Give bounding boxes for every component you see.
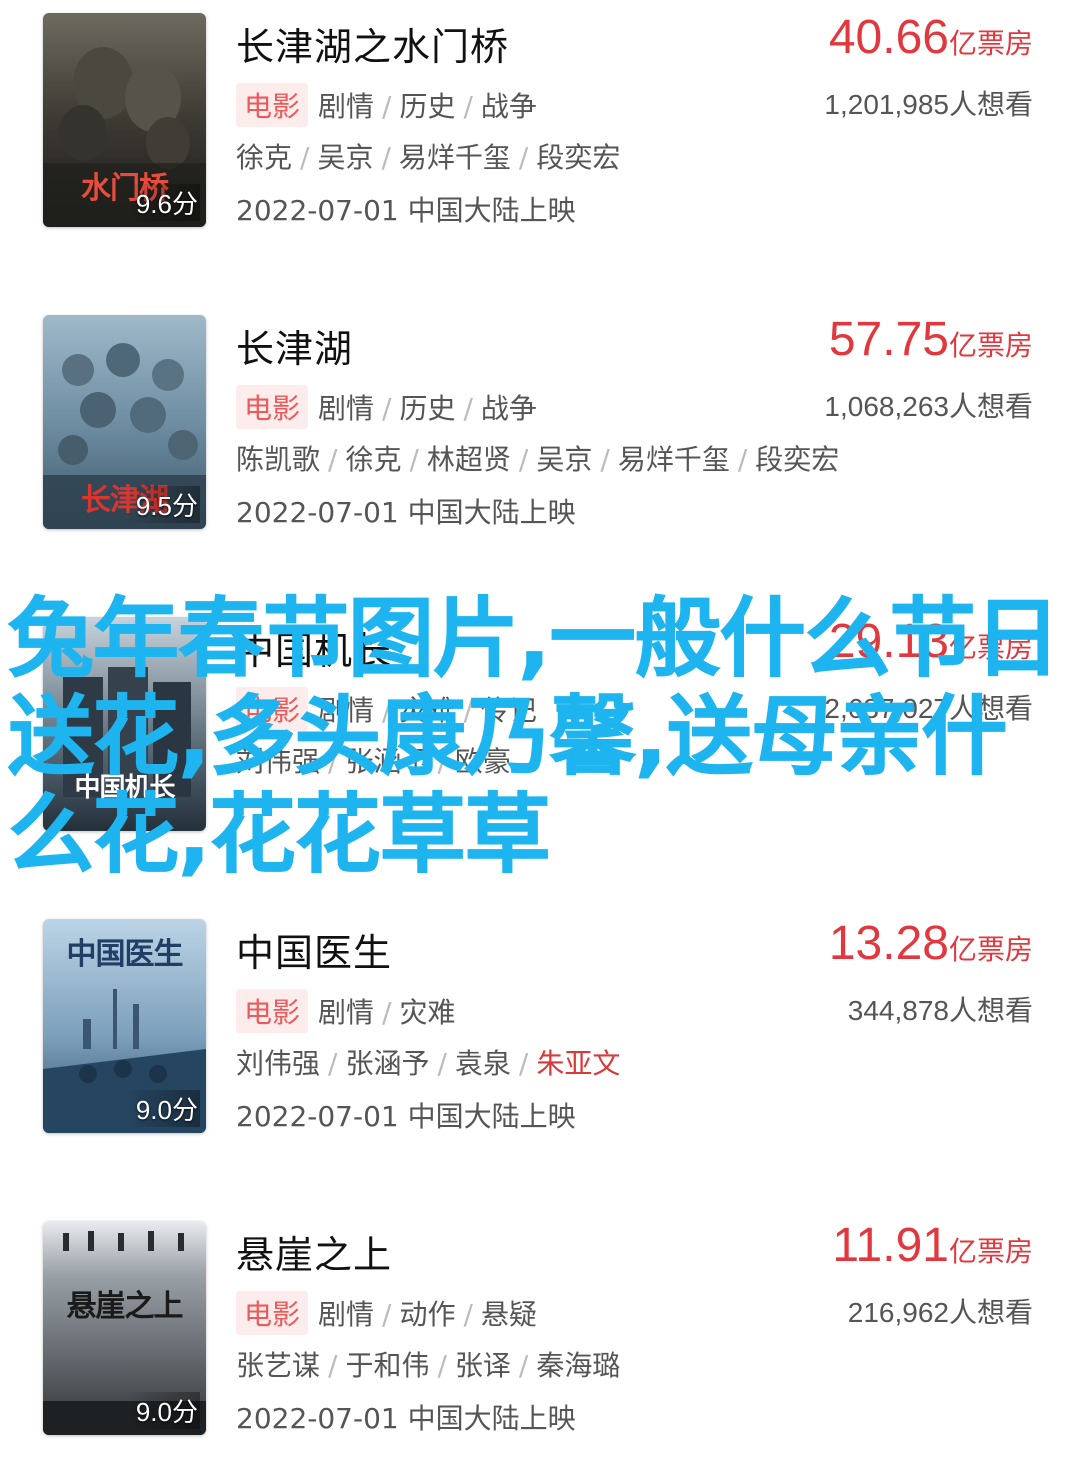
box-office: 11.91亿票房 — [832, 1218, 1033, 1273]
cast-member[interactable]: 易烊千玺 — [399, 141, 511, 174]
type-tag: 电影 — [236, 385, 309, 429]
rating-badge: 9.6分 — [125, 184, 200, 221]
type-tag: 电影 — [236, 83, 309, 127]
movie-poster[interactable]: 悬崖之上 9.0分 — [43, 1221, 206, 1435]
release-info: 2022-07-01 中国大陆上映 — [236, 496, 576, 529]
cast-member[interactable]: 段奕宏 — [536, 141, 620, 174]
cast-member[interactable]: 林超贤 — [427, 443, 511, 476]
box-office-unit: 亿票房 — [948, 1235, 1033, 1268]
release-info: 2022-07-01 中国大陆上映 — [236, 1402, 576, 1435]
genre: 动作 — [399, 1298, 456, 1331]
movie-poster[interactable]: 长津湖 9.5分 — [43, 315, 206, 529]
genre-row: 电影 剧情 / 历史 / 战争 — [236, 83, 537, 127]
cast-member[interactable]: 秦海璐 — [536, 1349, 620, 1382]
genre: 剧情 — [318, 90, 375, 123]
cast-member[interactable]: 徐克 — [345, 443, 401, 476]
want-label: 人想看 — [948, 390, 1033, 423]
genre: 历史 — [399, 392, 456, 425]
movie-title[interactable]: 悬崖之上 — [236, 1224, 392, 1279]
overlay-caption: 兔年春节图片,一般什么节日送花,多头康乃馨,送母亲什么花,花花草草 — [8, 589, 1062, 885]
cast-member[interactable]: 张译 — [455, 1349, 511, 1382]
cast-member-highlighted[interactable]: 朱亚文 — [536, 1047, 620, 1080]
box-office-value: 11.91 — [832, 1219, 949, 1272]
movie-card[interactable]: 水门桥 9.6分 长津湖之水门桥 40.66亿票房 电影 剧情 / 历史 / 战争 1,2… — [0, 0, 1079, 300]
genre: 战争 — [480, 392, 537, 425]
movie-title[interactable]: 中国医生 — [236, 922, 392, 977]
cast-row: 徐克 / 吴京 / 易烊千玺 / 段奕宏 — [236, 141, 621, 174]
type-tag: 电影 — [236, 1291, 309, 1335]
cast-member[interactable]: 袁泉 — [455, 1047, 511, 1080]
cast-row: 张艺谋 / 于和伟 / 张译 / 秦海璐 — [236, 1349, 621, 1382]
movie-card[interactable]: 悬崖之上 9.0分 悬崖之上 11.91亿票房 电影 剧情 / 动作 / 悬疑 216,9… — [0, 1208, 1079, 1466]
want-label: 人想看 — [948, 1296, 1033, 1329]
box-office-unit: 亿票房 — [948, 27, 1033, 60]
box-office-value: 13.28 — [828, 917, 949, 970]
genre: 历史 — [399, 90, 456, 123]
want-count: 1,201,985人想看 — [824, 83, 1033, 123]
cast-member[interactable]: 于和伟 — [345, 1349, 429, 1382]
want-count: 216,962人想看 — [848, 1291, 1033, 1331]
want-number: 1,068,263 — [824, 391, 949, 422]
want-number: 1,201,985 — [824, 89, 949, 120]
cast-member[interactable]: 徐克 — [236, 141, 292, 174]
box-office: 13.28亿票房 — [829, 916, 1033, 971]
want-number: 216,962 — [847, 1297, 949, 1328]
box-office-value: 40.66 — [828, 11, 949, 64]
movie-poster[interactable]: 中国医生 9.0分 — [43, 919, 206, 1133]
movie-poster[interactable]: 水门桥 9.6分 — [43, 13, 206, 227]
movie-title[interactable]: 长津湖 — [236, 318, 353, 373]
want-count: 344,878人想看 — [848, 989, 1033, 1029]
box-office-value: 57.75 — [828, 313, 949, 366]
type-tag: 电影 — [236, 989, 309, 1033]
genre: 战争 — [480, 90, 537, 123]
movie-card[interactable]: 中国医生 9.0分 中国医生 13.28亿票房 电影 剧情 / 灾难 344,878人… — [0, 906, 1079, 1206]
movie-card[interactable]: 长津湖 9.5分 长津湖 57.75亿票房 电影 剧情 / 历史 / 战争 1,068,2… — [0, 302, 1079, 602]
cast-member[interactable]: 张艺谋 — [236, 1349, 320, 1382]
cast-member[interactable]: 段奕宏 — [755, 443, 839, 476]
genre-row: 电影 剧情 / 灾难 — [236, 989, 455, 1033]
box-office: 57.75亿票房 — [829, 312, 1033, 367]
genre: 灾难 — [399, 996, 456, 1029]
want-label: 人想看 — [948, 88, 1033, 121]
cast-row: 刘伟强 / 张涵予 / 袁泉 / 朱亚文 — [236, 1047, 621, 1080]
genre-row: 电影 剧情 / 动作 / 悬疑 — [236, 1291, 537, 1335]
want-label: 人想看 — [948, 994, 1033, 1027]
rating-badge: 9.5分 — [125, 486, 200, 523]
genre: 剧情 — [318, 392, 375, 425]
cast-member[interactable]: 吴京 — [317, 141, 373, 174]
cast-row: 陈凯歌 / 徐克 / 林超贤 / 吴京 / 易烊千玺 / 段奕宏 — [236, 443, 840, 476]
genre-row: 电影 剧情 / 历史 / 战争 — [236, 385, 537, 429]
box-office: 40.66亿票房 — [829, 10, 1033, 65]
cast-member[interactable]: 吴京 — [536, 443, 592, 476]
movie-title[interactable]: 长津湖之水门桥 — [236, 16, 509, 71]
rating-badge: 9.0分 — [125, 1392, 200, 1429]
poster-title: 中国医生 — [66, 938, 184, 971]
rating-badge: 9.0分 — [125, 1090, 200, 1127]
poster-title: 悬崖之上 — [66, 1290, 184, 1323]
release-info: 2022-07-01 中国大陆上映 — [236, 1100, 576, 1133]
box-office-unit: 亿票房 — [948, 329, 1033, 362]
genre: 剧情 — [318, 996, 375, 1029]
cast-member[interactable]: 易烊千玺 — [618, 443, 730, 476]
box-office-unit: 亿票房 — [948, 933, 1033, 966]
movie-ranking-page: 水门桥 9.6分 长津湖之水门桥 40.66亿票房 电影 剧情 / 历史 / 战争 1,2… — [0, 0, 1079, 1466]
cast-member[interactable]: 陈凯歌 — [236, 443, 320, 476]
cast-member[interactable]: 刘伟强 — [236, 1047, 320, 1080]
genre: 悬疑 — [480, 1298, 537, 1331]
genre: 剧情 — [318, 1298, 375, 1331]
want-count: 1,068,263人想看 — [824, 385, 1033, 425]
want-number: 344,878 — [847, 995, 949, 1026]
cast-member[interactable]: 张涵予 — [345, 1047, 429, 1080]
release-info: 2022-07-01 中国大陆上映 — [236, 194, 576, 227]
